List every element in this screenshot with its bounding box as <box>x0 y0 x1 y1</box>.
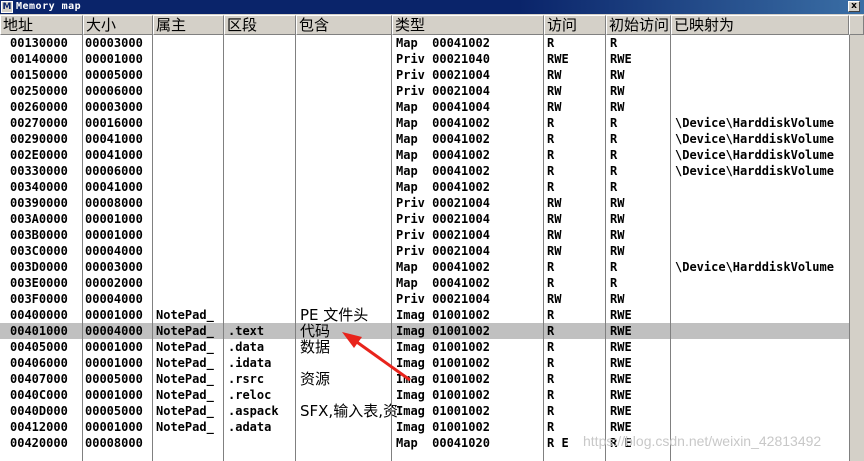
column-header-contains[interactable]: 包含 <box>296 15 392 35</box>
column-header-owner[interactable]: 属主 <box>153 15 224 35</box>
column-header-address[interactable]: 地址 <box>0 15 83 35</box>
column-header-row: 地址 大小 属主 区段 包含 类型 访问 初始访问 已映射为 <box>0 15 864 35</box>
memory-map-window: M Memory map x 地址 大小 属主 区段 包含 类型 访问 初始访问… <box>0 0 864 461</box>
column-header-access[interactable]: 访问 <box>544 15 606 35</box>
watermark: https://blog.csdn.net/weixin_42813492 <box>583 433 822 449</box>
title-bar[interactable]: M Memory map x <box>0 0 864 14</box>
column-header-initial-access[interactable]: 初始访问 <box>606 15 671 35</box>
column-header-mapped-as[interactable]: 已映射为 <box>671 15 849 35</box>
annotation-arrow <box>342 332 411 382</box>
column-header-type[interactable]: 类型 <box>392 15 544 35</box>
close-button[interactable]: x <box>848 1 860 12</box>
memory-map-table: 00130000 00003000 Map 00041002 R R 00140000 00… <box>0 35 849 461</box>
vertical-scrollbar[interactable] <box>849 35 864 461</box>
column-header-section[interactable]: 区段 <box>224 15 296 35</box>
app-icon: M <box>1 1 13 13</box>
column-header-size[interactable]: 大小 <box>83 15 153 35</box>
header-corner <box>849 15 864 35</box>
window-title: Memory map <box>16 1 82 12</box>
